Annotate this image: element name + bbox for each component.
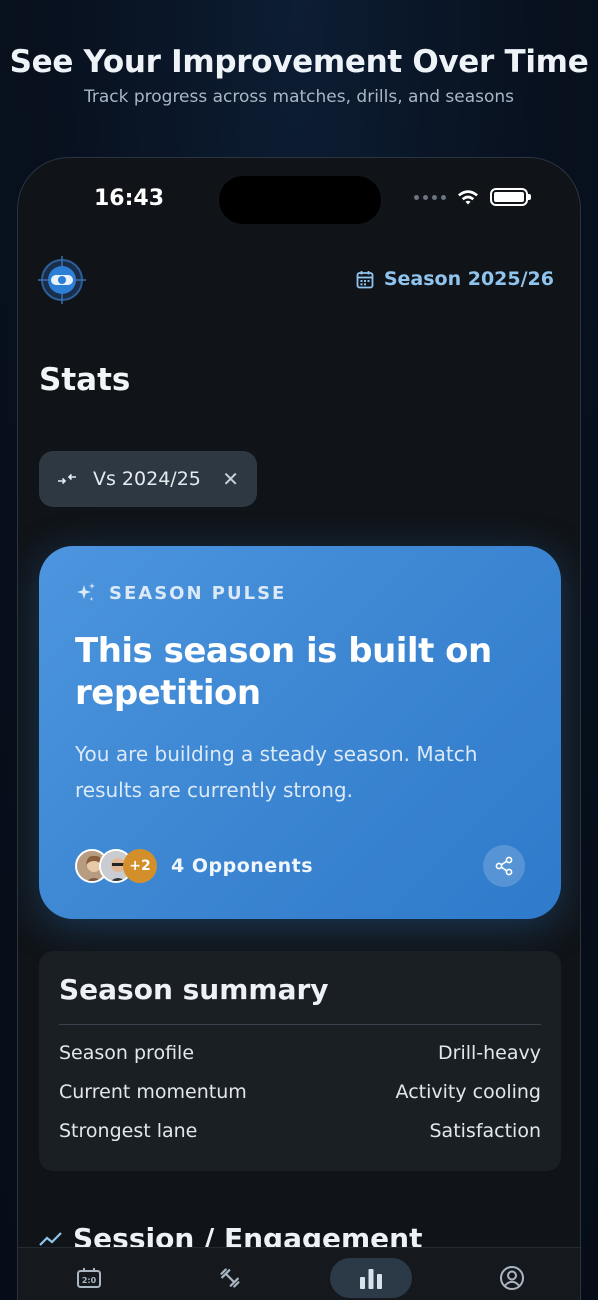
summary-label: Strongest lane <box>59 1120 198 1142</box>
tab-drills[interactable] <box>189 1258 271 1298</box>
summary-row: Season profile Drill-heavy <box>59 1042 541 1064</box>
tab-profile[interactable] <box>471 1258 553 1298</box>
tab-stats[interactable] <box>329 1258 412 1298</box>
season-pulse-footer: +2 4 Opponents <box>75 845 525 887</box>
summary-value: Activity cooling <box>395 1081 541 1103</box>
share-icon <box>495 856 513 876</box>
compare-arrows-icon <box>58 473 76 485</box>
wifi-icon <box>458 190 478 205</box>
bar-chart-icon <box>359 1269 382 1289</box>
opponent-avatars[interactable]: +2 <box>75 849 157 883</box>
dumbbell-icon <box>219 1268 240 1288</box>
scoreboard-icon: 2:0 <box>76 1268 101 1288</box>
tab-matches[interactable]: 2:0 <box>48 1258 130 1298</box>
promo-subtitle: Track progress across matches, drills, a… <box>83 87 515 107</box>
season-pulse-label-row: SEASON PULSE <box>75 582 525 604</box>
page-title: Stats <box>39 362 131 398</box>
summary-value: Satisfaction <box>429 1120 541 1142</box>
phone-frame: 16:43 Season 2025/26 Stats Vs 2024/25 ✕ … <box>17 157 581 1300</box>
profile-icon <box>499 1266 524 1290</box>
season-label: Season 2025/26 <box>383 268 554 290</box>
opponents-count: 4 Opponents <box>171 855 314 877</box>
summary-row: Current momentum Activity cooling <box>59 1081 541 1103</box>
target-logo-icon[interactable] <box>38 256 86 304</box>
share-button[interactable] <box>483 845 525 887</box>
extra-opponents-badge: +2 <box>123 849 157 883</box>
season-pulse-label: SEASON PULSE <box>109 582 287 604</box>
promo-title: See Your Improvement Over Time <box>9 44 589 80</box>
signal-dots-icon <box>414 194 446 200</box>
season-summary-card: Season summary Season profile Drill-heav… <box>39 951 561 1171</box>
season-summary-title: Season summary <box>59 973 541 1025</box>
status-time: 16:43 <box>94 186 165 211</box>
status-icons <box>414 188 531 206</box>
compare-label: Vs 2024/25 <box>93 468 201 490</box>
season-selector[interactable]: Season 2025/26 <box>356 268 554 290</box>
summary-value: Drill-heavy <box>438 1042 541 1064</box>
sparkles-icon <box>77 583 95 601</box>
trend-line-icon <box>39 1231 62 1246</box>
tab-bar: 2:0 <box>18 1247 580 1300</box>
season-pulse-headline: This season is built on repetition <box>75 631 492 713</box>
season-pulse-body: You are building a steady season. Match … <box>75 742 478 802</box>
summary-label: Current momentum <box>59 1081 247 1103</box>
summary-label: Season profile <box>59 1042 195 1064</box>
summary-row: Strongest lane Satisfaction <box>59 1120 541 1142</box>
season-pulse-card: SEASON PULSE This season is built on rep… <box>39 546 561 919</box>
dynamic-island <box>219 176 381 224</box>
battery-icon <box>490 188 531 206</box>
svg-text:2:0: 2:0 <box>81 1276 96 1285</box>
calendar-icon <box>356 270 374 288</box>
compare-chip[interactable]: Vs 2024/25 ✕ <box>39 451 257 507</box>
close-icon[interactable]: ✕ <box>222 467 239 491</box>
